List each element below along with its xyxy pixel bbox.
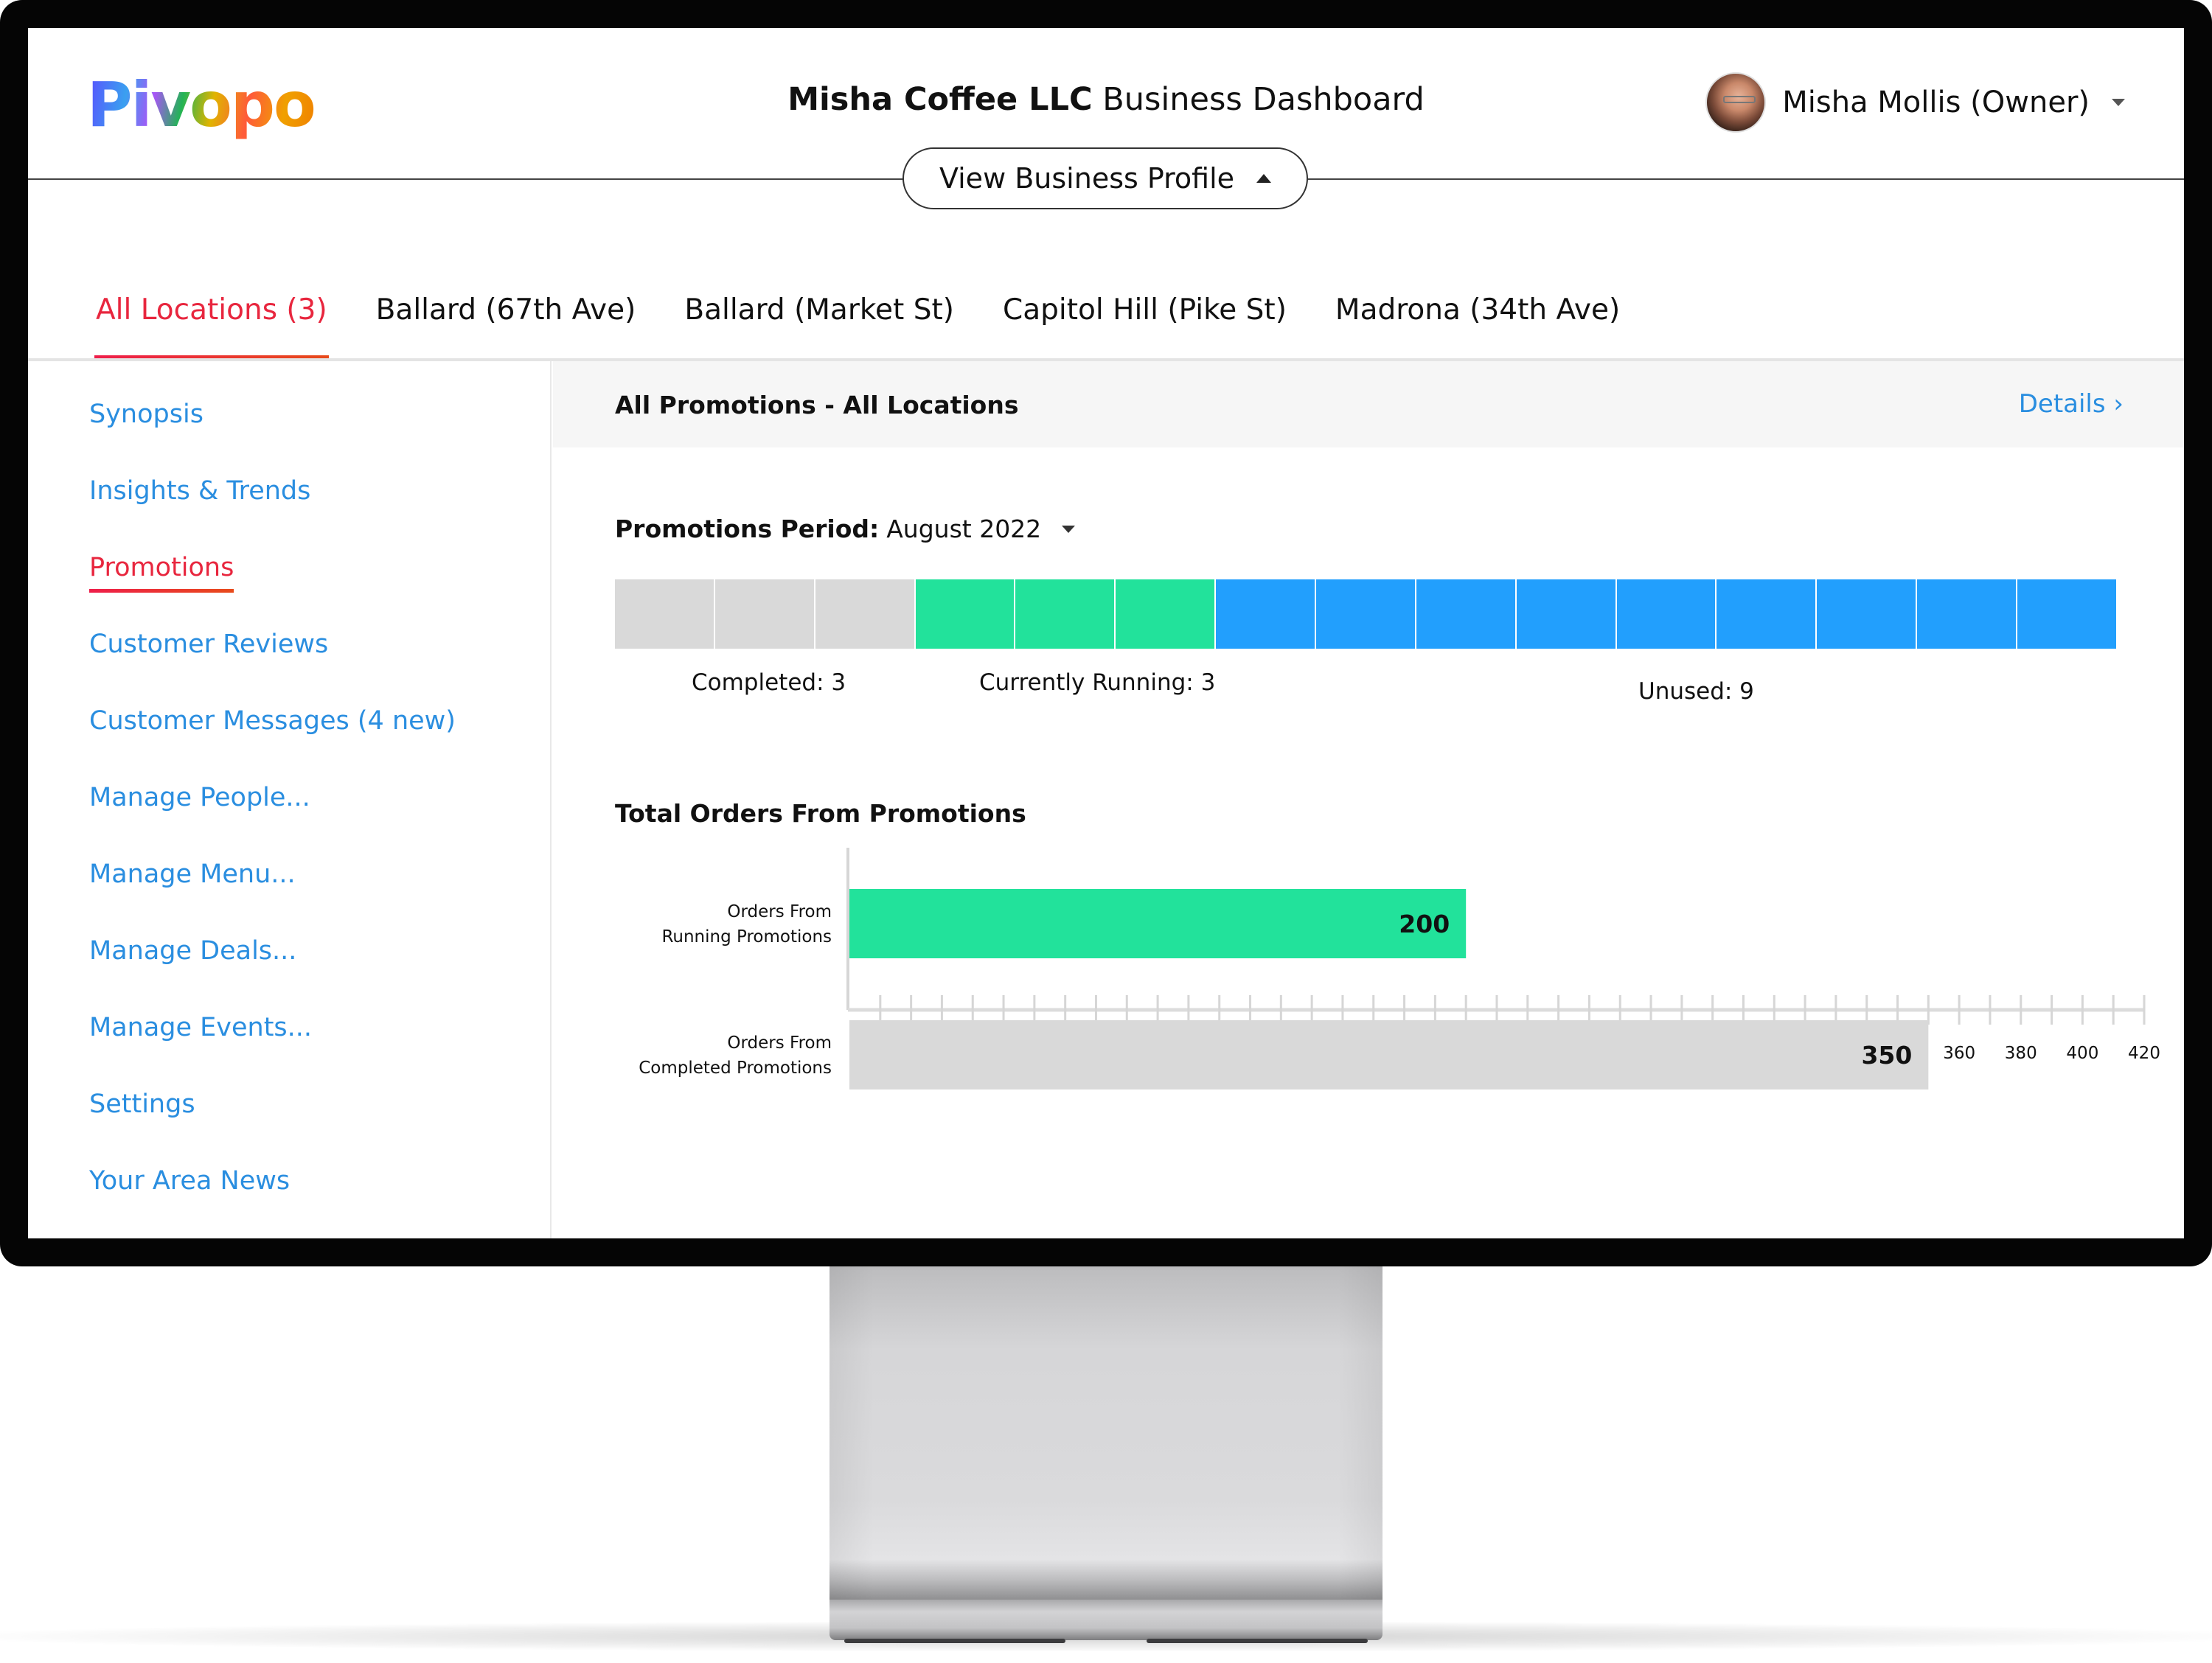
slot-segment-unused: [1316, 579, 1416, 649]
sidebar-item-insights-trends[interactable]: Insights & Trends: [89, 476, 310, 506]
slot-segment-unused: [1717, 579, 1818, 649]
screen: Pivopo Misha Coffee LLC Business Dashboa…: [28, 28, 2184, 1238]
bar-value-label: 350: [1861, 1041, 1912, 1070]
promotion-slots-bar: [615, 579, 2116, 649]
stand-foot: [1147, 1639, 1368, 1643]
x-tick-label: 360: [1943, 1044, 1975, 1063]
sidebar: Synopsis Insights & Trends Promotions Cu…: [28, 361, 552, 1238]
monitor-stand: [830, 1266, 1382, 1600]
details-link[interactable]: Details ›: [2019, 389, 2124, 419]
chevron-up-icon: [1256, 174, 1272, 183]
section-header: All Promotions - All Locations Details ›: [553, 361, 2184, 447]
user-menu[interactable]: Misha Mollis (Owner): [1705, 72, 2125, 133]
sidebar-item-promotions[interactable]: Promotions: [89, 553, 234, 593]
tab-madrona[interactable]: Madrona (34th Ave): [1334, 293, 1621, 360]
chart-title: Total Orders From Promotions: [615, 799, 1026, 828]
tab-capitol-hill[interactable]: Capitol Hill (Pike St): [1001, 293, 1288, 360]
bar-value-label: 200: [1399, 910, 1450, 938]
tab-all-locations[interactable]: All Locations (3): [94, 293, 329, 360]
slot-segment-unused: [1817, 579, 1918, 649]
slot-segment-unused: [1516, 579, 1617, 649]
dashboard-label: Business Dashboard: [1102, 81, 1425, 118]
slot-segment-unused: [1416, 579, 1517, 649]
sidebar-item-customer-reviews[interactable]: Customer Reviews: [89, 630, 328, 659]
category-label: Completed Promotions: [639, 1059, 832, 1078]
slot-segment-running: [1116, 579, 1217, 649]
x-tick-label: 420: [2128, 1044, 2160, 1063]
slot-segment-running: [915, 579, 1016, 649]
promotions-period-selector[interactable]: Promotions Period: August 2022: [615, 515, 1076, 543]
avatar[interactable]: [1705, 72, 1767, 133]
slot-segment-completed: [615, 579, 715, 649]
bar-running: [849, 889, 1467, 958]
monitor-stand-base: [830, 1600, 1382, 1643]
sidebar-item-area-news[interactable]: Your Area News: [89, 1166, 290, 1196]
view-business-profile-label: View Business Profile: [939, 162, 1235, 195]
main-content: All Promotions - All Locations Details ›…: [553, 361, 2184, 1238]
monitor-bezel: Pivopo Misha Coffee LLC Business Dashboa…: [0, 0, 2212, 1266]
chevron-down-icon[interactable]: [2112, 99, 2125, 106]
sidebar-item-manage-people[interactable]: Manage People...: [89, 783, 310, 812]
stand-shade: [830, 1266, 874, 1600]
slot-segment-unused: [1917, 579, 2018, 649]
sidebar-item-settings[interactable]: Settings: [89, 1090, 195, 1119]
slot-segment-running: [1015, 579, 1116, 649]
view-business-profile-button[interactable]: View Business Profile: [902, 147, 1308, 209]
category-label: Orders From: [727, 1033, 832, 1053]
running-count-label: Currently Running: 3: [979, 669, 1216, 696]
x-tick-label: 400: [2066, 1044, 2098, 1063]
category-label: Running Promotions: [661, 927, 832, 946]
business-name: Misha Coffee LLC: [787, 81, 1093, 118]
sidebar-item-manage-deals[interactable]: Manage Deals...: [89, 936, 296, 966]
unused-count-label: Unused: 9: [1638, 678, 1754, 705]
slot-segment-unused: [1216, 579, 1317, 649]
period-value: August 2022: [886, 515, 1042, 543]
sidebar-item-synopsis[interactable]: Synopsis: [89, 400, 204, 429]
completed-count-label: Completed: 3: [692, 669, 846, 696]
category-label: Orders From: [727, 902, 832, 921]
slot-segment-unused: [2017, 579, 2116, 649]
orders-bar-chart: 2040608010012014016018020022024026028030…: [639, 848, 2160, 1090]
tab-ballard-market[interactable]: Ballard (Market St): [683, 293, 956, 360]
stand-foot: [844, 1639, 1065, 1643]
slot-segment-completed: [714, 579, 815, 649]
user-name: Misha Mollis (Owner): [1782, 86, 2090, 119]
section-title: All Promotions - All Locations: [615, 391, 1019, 419]
sidebar-item-customer-messages[interactable]: Customer Messages (4 new): [89, 706, 456, 736]
period-label: Promotions Period:: [615, 515, 880, 543]
stand-shade: [1338, 1266, 1382, 1600]
location-tabs: All Locations (3) Ballard (67th Ave) Bal…: [94, 293, 1667, 360]
x-tick-label: 380: [2005, 1044, 2037, 1063]
tab-ballard-67th[interactable]: Ballard (67th Ave): [375, 293, 638, 360]
chevron-down-icon: [1062, 525, 1076, 533]
slot-segment-unused: [1616, 579, 1717, 649]
sidebar-item-manage-menu[interactable]: Manage Menu...: [89, 860, 296, 889]
bar-completed: [849, 1020, 1929, 1090]
slot-segment-completed: [815, 579, 916, 649]
sidebar-item-manage-events[interactable]: Manage Events...: [89, 1013, 312, 1042]
